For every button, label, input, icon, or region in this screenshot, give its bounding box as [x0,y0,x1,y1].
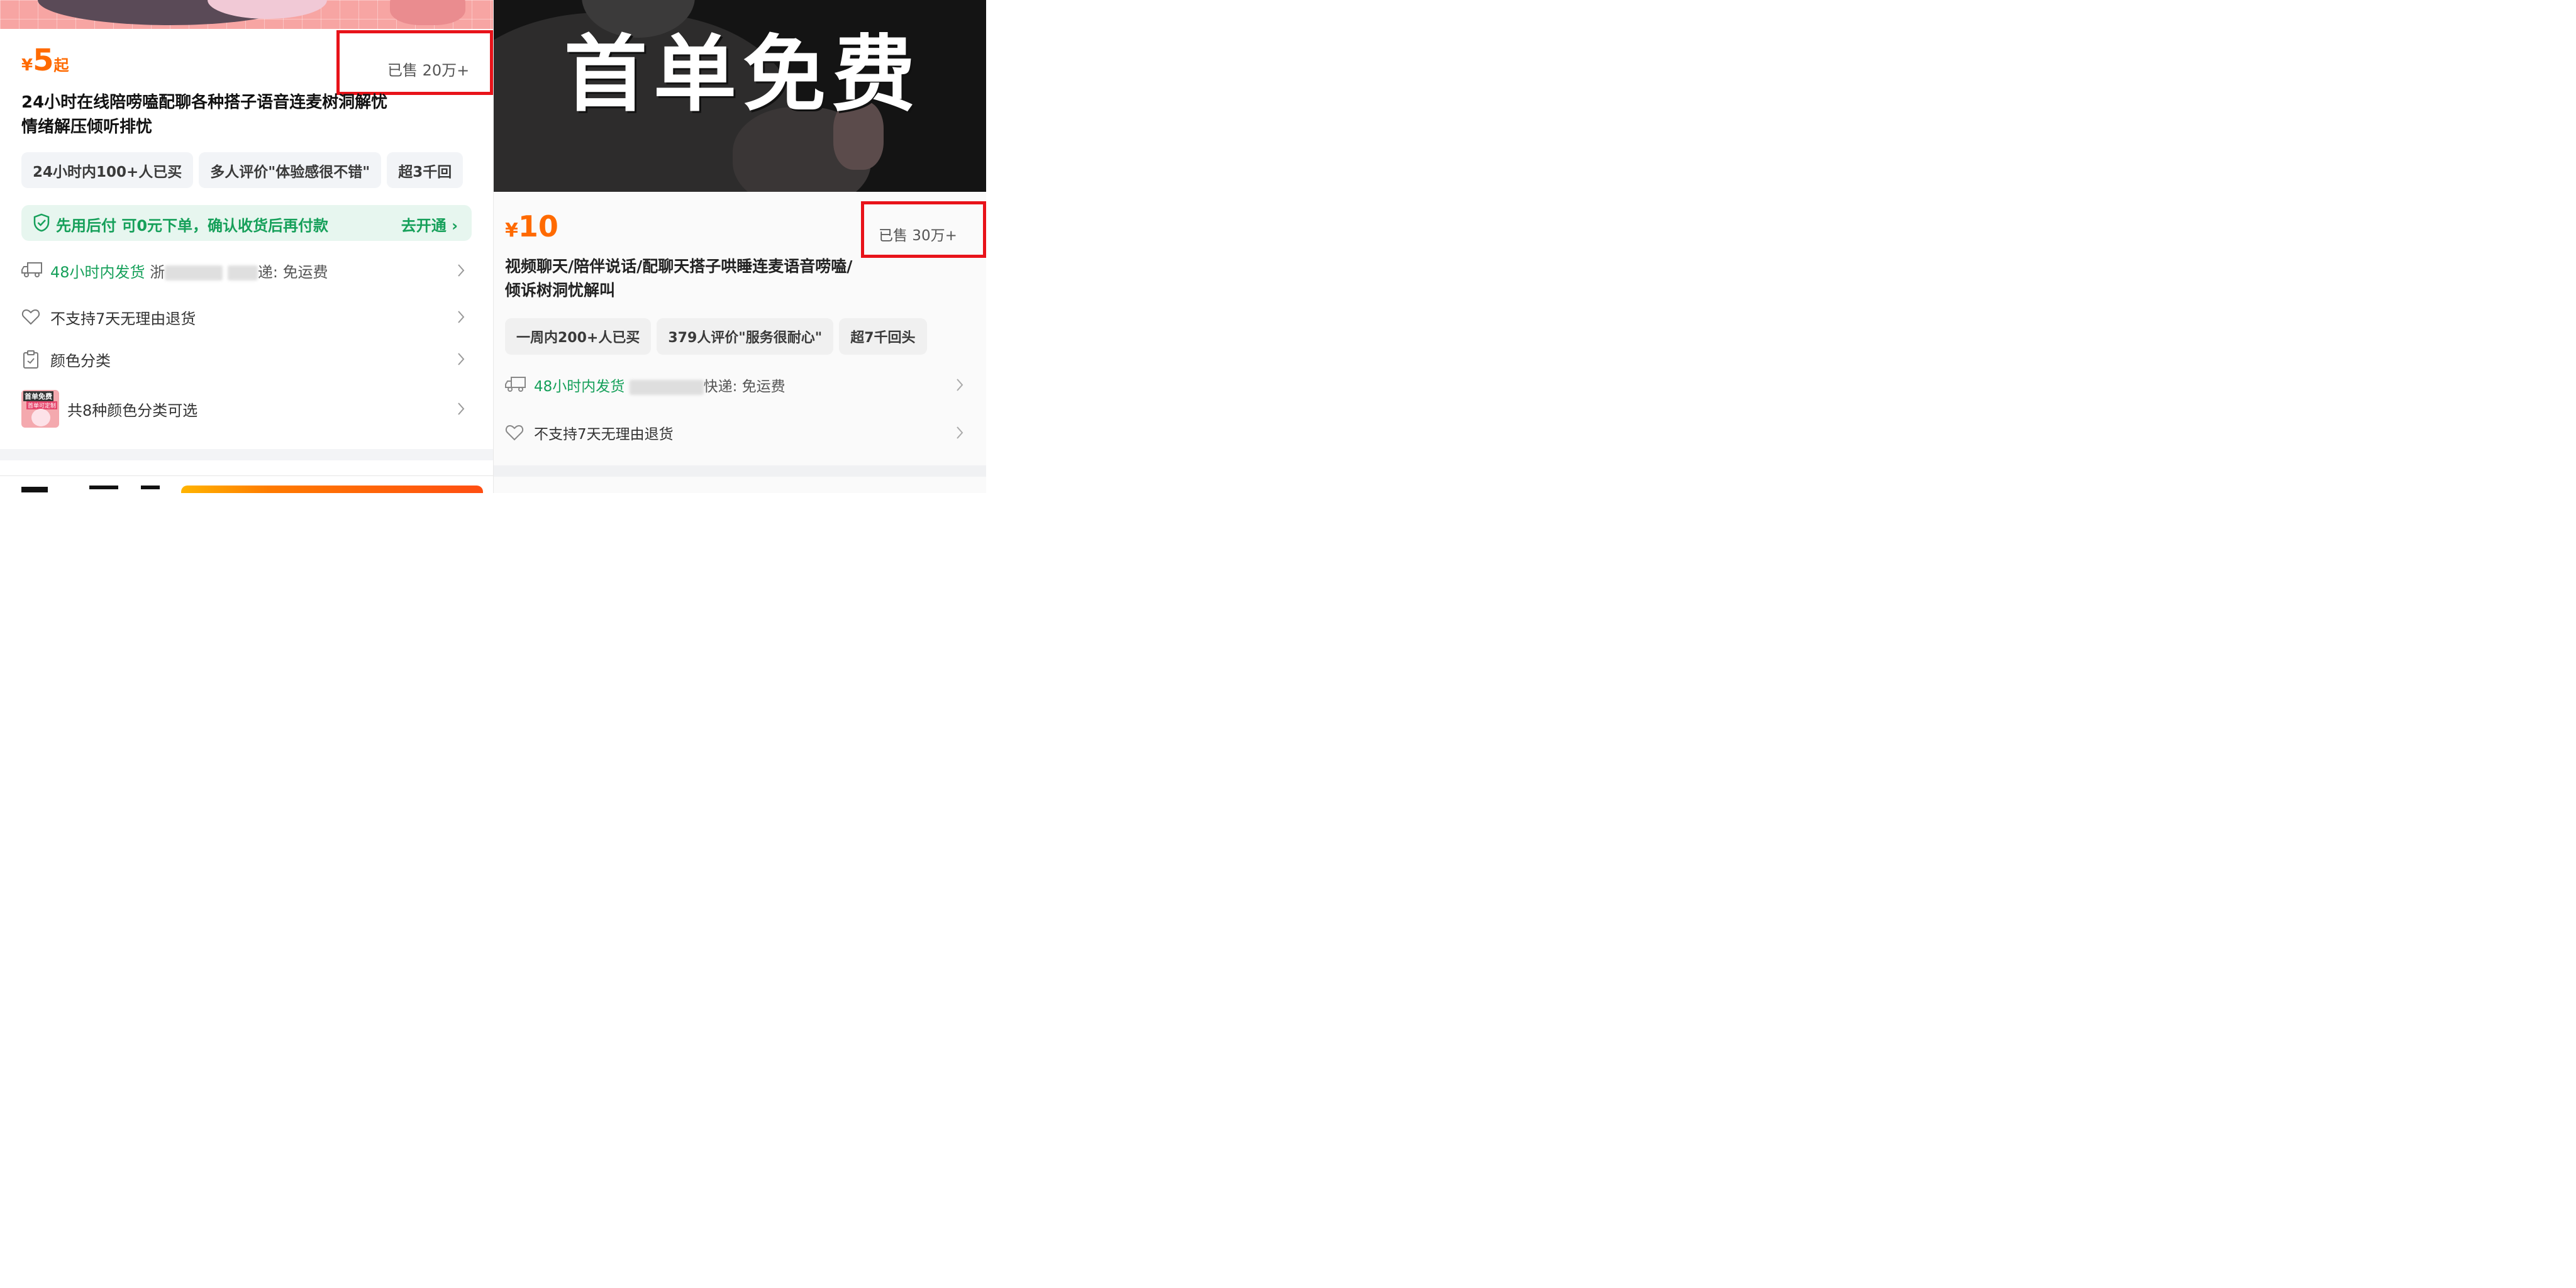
product-title: 24小时在线陪唠嗑配聊各种搭子语音连麦树洞解忧 情绪解压倾听排忧 [21,91,387,140]
return-policy-text: 不支持7天无理由退货 [534,426,674,443]
chevron-right-icon [458,311,465,323]
title-line: 倾诉树洞忧解叫 [505,281,616,299]
chevron-right-icon [957,426,963,439]
shipping-origin-partial: 浙 [150,264,165,281]
product-hero-image[interactable]: 首单免费 [494,0,986,192]
right-product-screenshot: 首单免费 ¥10 已售 30万+ 视频聊天/陪伴说话/配聊天搭子哄睡连麦语音唠嗑… [494,0,986,493]
return-policy-row[interactable]: 不支持7天无理由退货 [21,304,472,330]
title-line: 视频聊天/陪伴说话/配聊天搭子哄睡连麦语音唠嗑/ [505,257,853,275]
shipping-express: 递: [257,264,278,281]
price: ¥5起 [21,45,69,75]
shipping-row[interactable]: 48小时内发货 快递: 免运费 [505,372,970,397]
shipping-text: 48小时内发货 浙 递: 免运费 [50,260,328,282]
variants-row[interactable]: 共8种颜色分类可选 [21,396,472,421]
tag-list: 一周内200+人已买 379人评价"服务很耐心" 超7千回头 [505,318,927,355]
return-policy-row[interactable]: 不支持7天无理由退货 [505,420,970,445]
buy-button-strip[interactable] [181,486,483,493]
tag-chip[interactable]: 多人评价"体验感很不错" [199,152,382,188]
clipboard-icon [23,350,38,369]
tag-chip[interactable]: 379人评价"服务很耐心" [657,318,834,355]
product-title: 视频聊天/陪伴说话/配聊天搭子哄睡连麦语音唠嗑/ 倾诉树洞忧解叫 [505,255,852,303]
heart-outline-icon [21,309,40,325]
pay-later-banner[interactable]: 先用后付 可0元下单，确认收货后再付款 去开通 › [21,205,472,241]
shipping-time: 48小时内发货 [50,264,145,281]
tag-list: 24小时内100+人已买 多人评价"体验感很不错" 超3千回 [21,152,464,188]
activate-link[interactable]: 去开通 › [401,213,458,235]
chevron-right-icon [957,379,963,391]
sold-count: 已售 30万+ [879,228,957,244]
currency-symbol: ¥ [505,219,518,242]
color-category-text: 颜色分类 [50,352,111,370]
product-image-top[interactable] [0,0,493,29]
currency-symbol: ¥ [21,56,33,75]
sold-count: 已售 20万+ [387,62,470,79]
chevron-right-icon [458,402,465,415]
tag-chip[interactable]: 超7千回头 [839,318,927,355]
price-amount: 5 [33,43,54,78]
hero-title: 首单免费 [564,26,921,123]
section-divider [494,465,986,477]
left-product-screenshot: ¥5起 已售 20万+ 24小时在线陪唠嗑配聊各种搭子语音连麦树洞解忧 情绪解压… [0,0,493,493]
shield-check-icon [33,213,50,232]
title-line: 情绪解压倾听排忧 [21,118,153,136]
title-line: 24小时在线陪唠嗑配聊各种搭子语音连麦树洞解忧 [21,93,388,112]
shipping-time: 48小时内发货 [534,379,625,395]
variants-text: 共8种颜色分类可选 [67,402,198,419]
shipping-fee: 免运费 [282,264,328,281]
section-divider [0,449,493,460]
tag-chip[interactable]: 一周内200+人已买 [505,318,652,355]
heart-outline-icon [505,425,524,441]
shipping-text: 48小时内发货 快递: 免运费 [534,374,786,396]
shipping-row[interactable]: 48小时内发货 浙 递: 免运费 [21,258,472,283]
truck-icon [21,262,42,277]
shipping-express: 快递: [703,379,738,395]
tag-chip[interactable]: 24小时内100+人已买 [21,152,194,188]
truck-icon [505,377,526,392]
price-suffix: 起 [53,57,69,74]
return-policy-text: 不支持7天无理由退货 [50,310,196,328]
bottom-cropped-text [21,484,160,493]
price-amount: 10 [518,209,558,243]
chevron-right-icon [458,353,465,365]
color-category-row[interactable]: 颜色分类 [21,347,472,372]
pay-later-text: 先用后付 可0元下单，确认收货后再付款 [56,217,329,235]
tag-chip[interactable]: 超3千回 [387,152,464,188]
price: ¥10 [505,211,558,242]
chevron-right-icon [458,264,465,277]
shipping-fee: 免运费 [741,379,786,395]
